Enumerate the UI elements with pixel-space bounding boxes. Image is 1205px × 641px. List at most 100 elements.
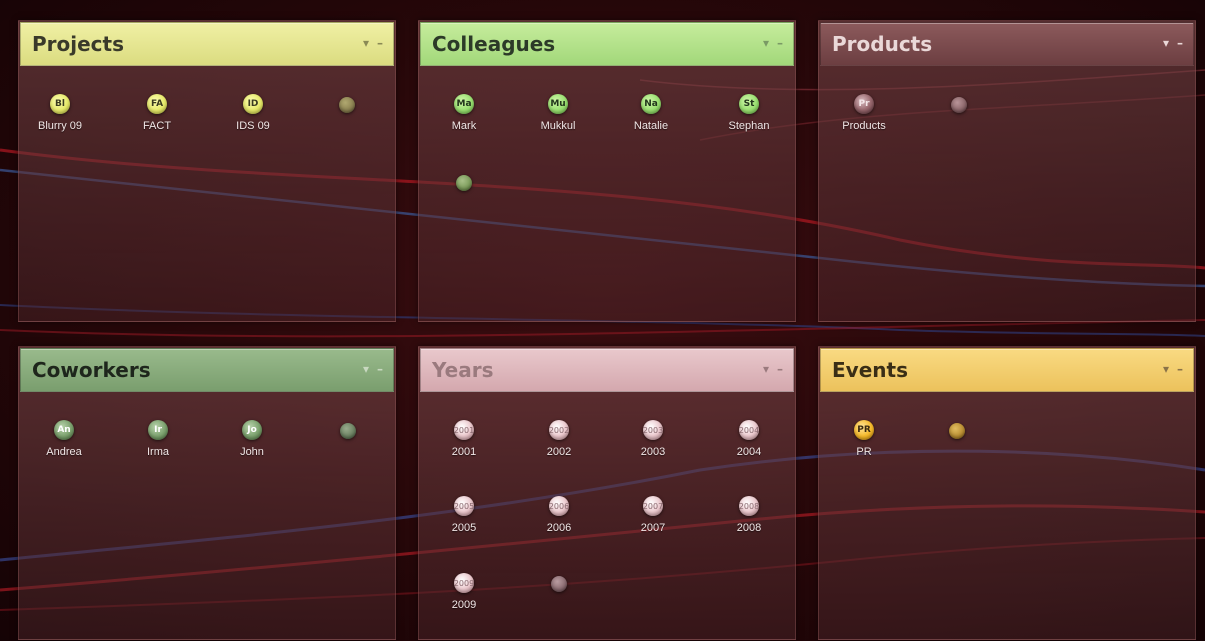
projects-header[interactable]: Projects ▾ – xyxy=(20,22,394,66)
minimize-icon[interactable]: – xyxy=(1177,36,1183,50)
add-item-placeholder[interactable] xyxy=(340,423,356,439)
item-orb: An xyxy=(54,420,74,440)
item-label: 2004 xyxy=(736,446,762,458)
item-orb: Pr xyxy=(854,94,874,114)
colleagues-item-natalie[interactable]: Na Natalie xyxy=(616,94,686,154)
item-label: Natalie xyxy=(633,120,669,132)
item-orb: 2009 xyxy=(454,573,474,593)
products-controls: ▾ – xyxy=(1163,36,1183,50)
years-item-2009[interactable]: 2009 2009 xyxy=(429,573,499,633)
item-label: 2008 xyxy=(736,522,762,534)
add-item-placeholder[interactable] xyxy=(949,423,965,439)
item-orb: Jo xyxy=(242,420,262,440)
item-orb: PR xyxy=(854,420,874,440)
years-panel: Years ▾ – 2001 2001 2002 2002 2003 2003 … xyxy=(418,346,796,640)
item-label: Andrea xyxy=(46,446,82,458)
item-label: 2007 xyxy=(640,522,666,534)
item-label: 2001 xyxy=(451,446,477,458)
products-item-products[interactable]: Pr Products xyxy=(829,94,899,154)
minimize-icon[interactable]: – xyxy=(1177,362,1183,376)
item-label: FACT xyxy=(142,120,172,132)
item-label: Products xyxy=(842,120,886,132)
projects-item-fact[interactable]: FA FACT xyxy=(122,94,192,154)
events-controls: ▾ – xyxy=(1163,362,1183,376)
chevron-down-icon[interactable]: ▾ xyxy=(763,36,769,50)
item-label: Irma xyxy=(147,446,169,458)
add-item-placeholder[interactable] xyxy=(951,97,967,113)
minimize-icon[interactable]: – xyxy=(777,36,783,50)
item-orb: Na xyxy=(641,94,661,114)
item-label: Blurry 09 xyxy=(37,120,83,132)
item-orb: 2001 xyxy=(454,420,474,440)
events-title: Events xyxy=(832,358,908,382)
item-orb: ID xyxy=(243,94,263,114)
projects-title: Projects xyxy=(32,32,125,56)
item-orb: St xyxy=(739,94,759,114)
item-orb: 2007 xyxy=(643,496,663,516)
years-item-2002[interactable]: 2002 2002 xyxy=(524,420,594,480)
item-orb: 2004 xyxy=(739,420,759,440)
add-item-placeholder[interactable] xyxy=(456,175,472,191)
colleagues-header[interactable]: Colleagues ▾ – xyxy=(420,22,794,66)
projects-panel: Projects ▾ – Bl Blurry 09 FA FACT ID IDS… xyxy=(18,20,396,322)
years-title: Years xyxy=(432,358,494,382)
item-orb: 2005 xyxy=(454,496,474,516)
chevron-down-icon[interactable]: ▾ xyxy=(1163,36,1169,50)
item-orb: 2008 xyxy=(739,496,759,516)
coworkers-panel: Coworkers ▾ – An Andrea Ir Irma Jo John xyxy=(18,346,396,640)
years-item-2007[interactable]: 2007 2007 xyxy=(618,496,688,556)
years-item-2008[interactable]: 2008 2008 xyxy=(714,496,784,556)
item-label: IDS 09 xyxy=(236,120,270,132)
item-label: 2005 xyxy=(451,522,477,534)
years-item-2004[interactable]: 2004 2004 xyxy=(714,420,784,480)
coworkers-title: Coworkers xyxy=(32,358,151,382)
coworkers-controls: ▾ – xyxy=(363,362,383,376)
products-header[interactable]: Products ▾ – xyxy=(820,22,1194,66)
coworkers-item-irma[interactable]: Ir Irma xyxy=(123,420,193,480)
minimize-icon[interactable]: – xyxy=(377,362,383,376)
minimize-icon[interactable]: – xyxy=(377,36,383,50)
item-label: Mukkul xyxy=(540,120,576,132)
chevron-down-icon[interactable]: ▾ xyxy=(763,362,769,376)
item-label: 2009 xyxy=(451,599,477,611)
item-orb: Ma xyxy=(454,94,474,114)
item-label: Stephan xyxy=(728,120,770,132)
colleagues-item-stephan[interactable]: St Stephan xyxy=(714,94,784,154)
projects-item-blurry[interactable]: Bl Blurry 09 xyxy=(25,94,95,154)
chevron-down-icon[interactable]: ▾ xyxy=(363,36,369,50)
years-item-2001[interactable]: 2001 2001 xyxy=(429,420,499,480)
item-label: 2003 xyxy=(640,446,666,458)
item-orb: 2006 xyxy=(549,496,569,516)
projects-controls: ▾ – xyxy=(363,36,383,50)
item-orb: Ir xyxy=(148,420,168,440)
item-orb: 2003 xyxy=(643,420,663,440)
minimize-icon[interactable]: – xyxy=(777,362,783,376)
events-panel: Events ▾ – PR PR xyxy=(818,346,1196,640)
colleagues-title: Colleagues xyxy=(432,32,556,56)
events-header[interactable]: Events ▾ – xyxy=(820,348,1194,392)
item-label: 2006 xyxy=(546,522,572,534)
years-item-2006[interactable]: 2006 2006 xyxy=(524,496,594,556)
years-item-2005[interactable]: 2005 2005 xyxy=(429,496,499,556)
colleagues-controls: ▾ – xyxy=(763,36,783,50)
item-orb: 2002 xyxy=(549,420,569,440)
coworkers-header[interactable]: Coworkers ▾ – xyxy=(20,348,394,392)
chevron-down-icon[interactable]: ▾ xyxy=(363,362,369,376)
events-item-pr[interactable]: PR PR xyxy=(829,420,899,480)
add-item-placeholder[interactable] xyxy=(339,97,355,113)
add-item-placeholder[interactable] xyxy=(551,576,567,592)
coworkers-item-john[interactable]: Jo John xyxy=(217,420,287,480)
years-controls: ▾ – xyxy=(763,362,783,376)
years-header[interactable]: Years ▾ – xyxy=(420,348,794,392)
projects-item-ids[interactable]: ID IDS 09 xyxy=(218,94,288,154)
colleagues-item-mukkul[interactable]: Mu Mukkul xyxy=(523,94,593,154)
item-label: Mark xyxy=(451,120,477,132)
colleagues-item-mark[interactable]: Ma Mark xyxy=(429,94,499,154)
item-label: 2002 xyxy=(546,446,572,458)
coworkers-item-andrea[interactable]: An Andrea xyxy=(29,420,99,480)
item-orb: FA xyxy=(147,94,167,114)
years-item-2003[interactable]: 2003 2003 xyxy=(618,420,688,480)
item-orb: Bl xyxy=(50,94,70,114)
chevron-down-icon[interactable]: ▾ xyxy=(1163,362,1169,376)
colleagues-panel: Colleagues ▾ – Ma Mark Mu Mukkul Na Nata… xyxy=(418,20,796,322)
